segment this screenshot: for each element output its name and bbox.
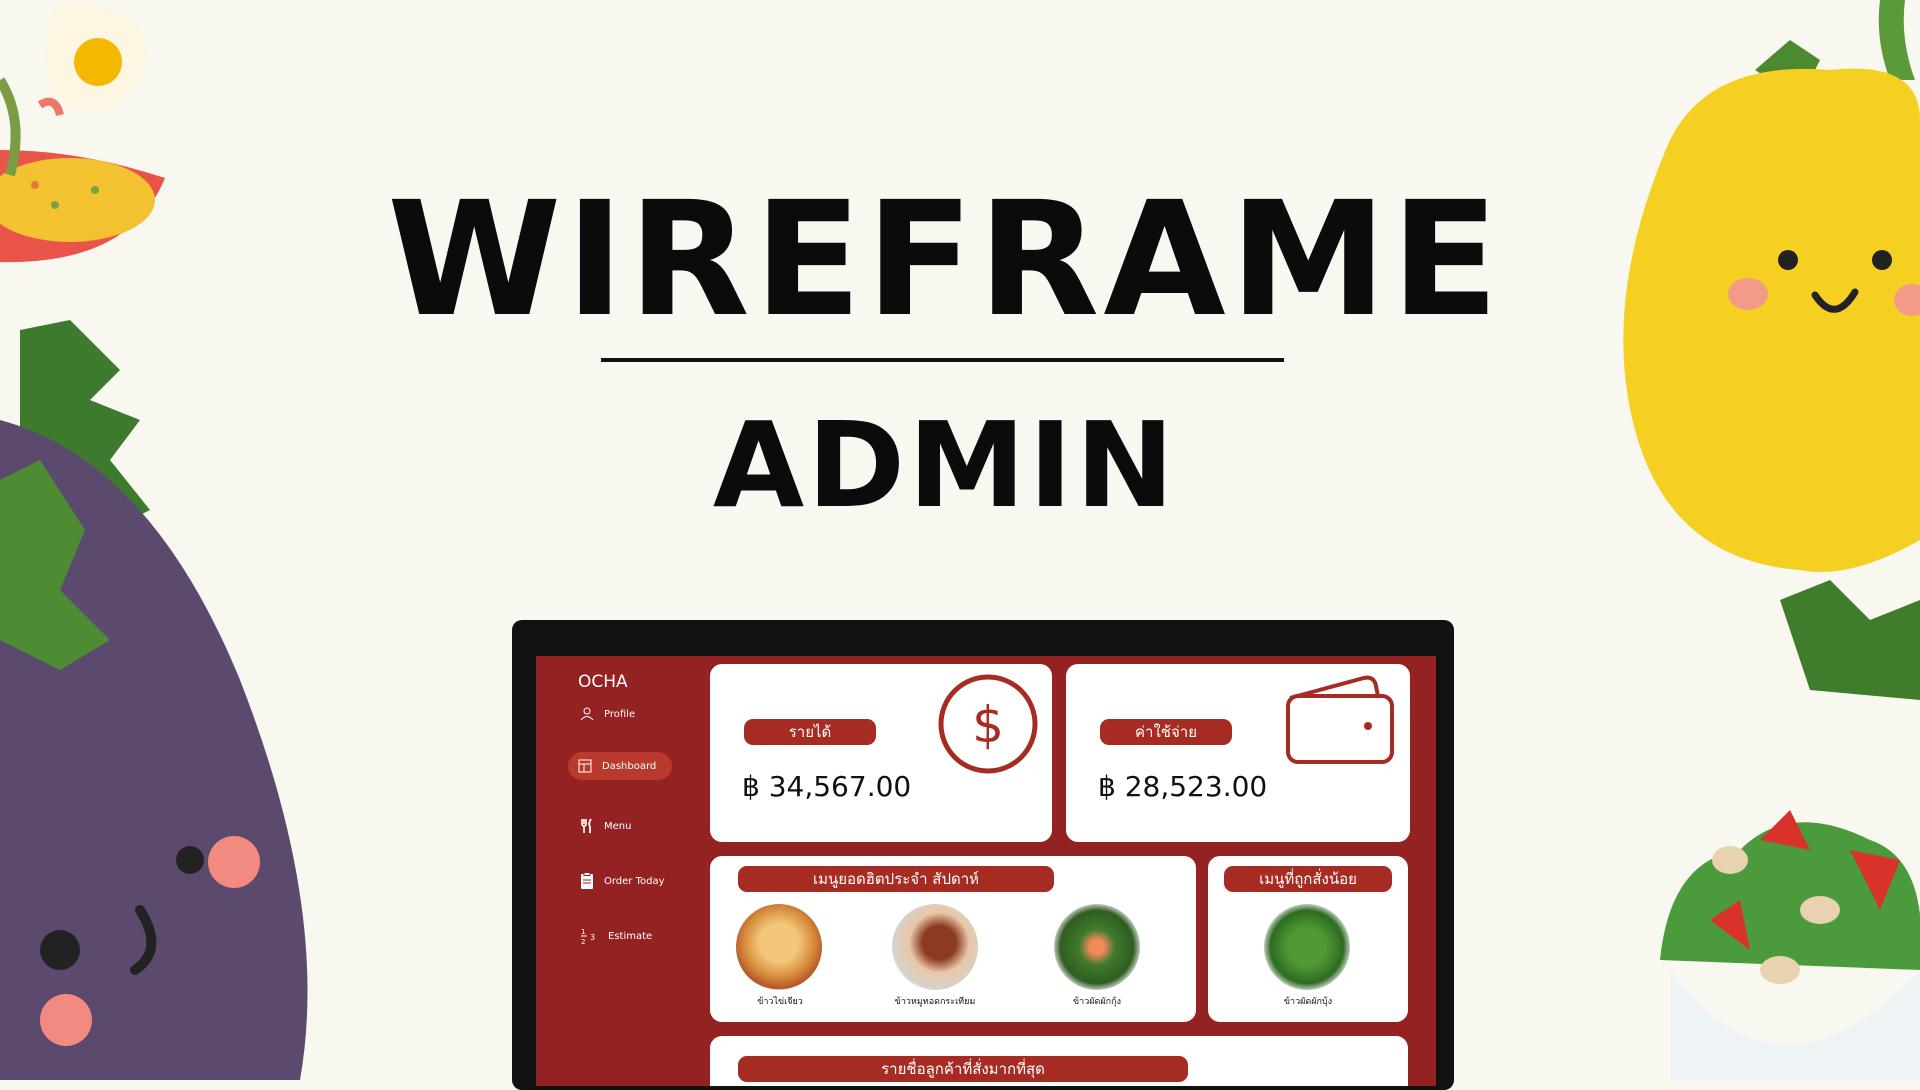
dish-name: ข้าวไข่เจียว [757,997,803,1007]
dish-name: ข้าวผัดผักบุ้ง [1283,997,1333,1007]
admin-dashboard-screen: OCHA Profile Dashboard Menu Order Today … [536,656,1436,1086]
sidebar-item-label: Estimate [608,930,653,942]
fried-rice-egg-illustration [0,2,165,263]
least-ordered-card: เมนูที่ถูกสั่งน้อย ข้าวผัดผักบุ้ง [1208,856,1408,1022]
salad-illustration [1660,810,1920,1080]
popular-menu-label: เมนูยอดฮิตประจำ สัปดาห์ [738,866,1054,892]
eggplant-illustration [0,320,308,1080]
sidebar-item-profile[interactable]: Profile [570,700,645,728]
top-customers-card: รายชื่อลูกค้าที่สั่งมากที่สุด [710,1036,1408,1086]
app-brand: OCHA [578,672,628,692]
svg-text:2: 2 [581,938,585,945]
popular-menu-card: เมนูยอดฮิตประจำ สัปดาห์ ข้าวไข่เจียว ข้า… [710,856,1196,1022]
dish-image-shrimp-vegetable-rice [1054,904,1140,990]
expense-amount: ฿ 28,523.00 [1098,770,1268,803]
dish-name: ข้าวหมูทอดกระเทียม [894,997,976,1007]
fraction-icon: 1 2 3 [581,928,595,945]
dish-image-omelette-rice [736,904,822,990]
svg-text:$: $ [972,696,1004,754]
income-label: รายได้ [744,719,876,745]
bell-pepper-illustration [1623,0,1920,700]
sidebar-item-label: Order Today [604,875,665,887]
expense-card: ค่าใช้จ่าย ฿ 28,523.00 [1066,664,1410,842]
sidebar-item-label: Dashboard [602,760,657,772]
svg-text:1: 1 [581,928,585,936]
sidebar-item-label: Menu [604,820,632,832]
title-divider [601,358,1284,362]
sidebar-item-dashboard[interactable]: Dashboard [568,752,672,780]
top-customers-label: รายชื่อลูกค้าที่สั่งมากที่สุด [738,1056,1188,1082]
income-amount: ฿ 34,567.00 [742,770,912,803]
dish-name: ข้าวผัดผักกุ้ง [1073,997,1121,1007]
fork-knife-icon [581,818,592,833]
sidebar-item-label: Profile [604,708,636,720]
dashboard-icon [578,759,592,773]
svg-text:3: 3 [590,933,595,942]
income-card: รายได้ ฿ 34,567.00 $ [710,664,1052,842]
sidebar-item-menu[interactable]: Menu [570,812,641,840]
dish-image-morning-glory [1264,904,1350,990]
dollar-circle-icon: $ [938,674,1038,774]
sidebar-item-estimate[interactable]: 1 23 Estimate [570,922,662,950]
expense-label: ค่าใช้จ่าย [1100,719,1232,745]
person-icon [580,707,594,721]
clipboard-icon [581,872,593,889]
wallet-icon [1286,675,1394,764]
sidebar-item-order-today[interactable]: Order Today [570,867,675,895]
dish-image-garlic-pork-rice [892,904,978,990]
least-ordered-label: เมนูที่ถูกสั่งน้อย [1224,866,1392,892]
